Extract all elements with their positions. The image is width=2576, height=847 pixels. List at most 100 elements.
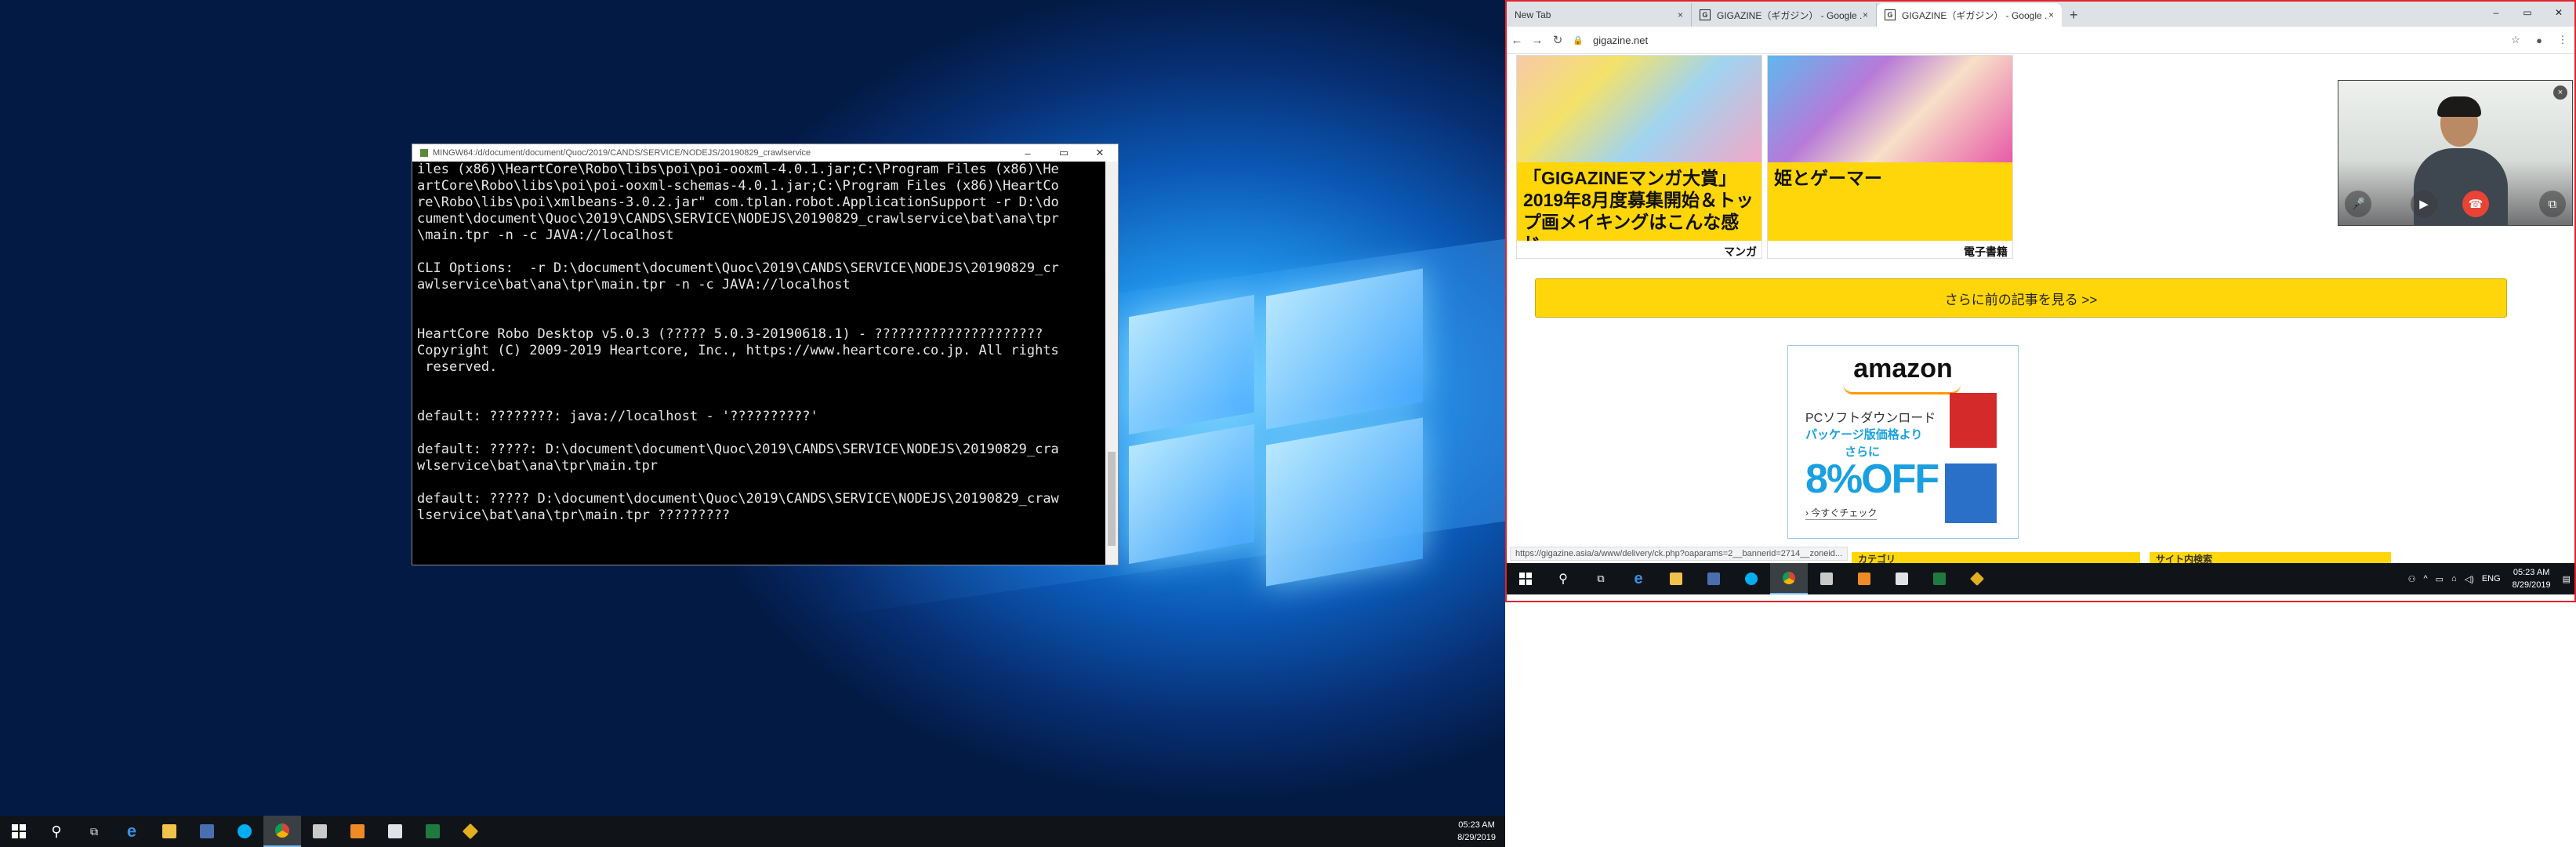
app-blue-button[interactable]: [188, 816, 226, 847]
back-icon[interactable]: ←: [1507, 34, 1527, 47]
volume-icon[interactable]: ◁): [2461, 574, 2478, 584]
article-thumbnail[interactable]: [1517, 56, 1761, 162]
language-indicator[interactable]: ENG: [2478, 574, 2505, 583]
notes-icon: [1896, 573, 1908, 585]
tab-close-icon[interactable]: ×: [1863, 9, 1868, 20]
edge-button[interactable]: e: [113, 816, 151, 847]
sublime-button[interactable]: [1845, 563, 1883, 594]
toolbar: ← → ↻ 🔒 gigazine.net ☆ ● ⋮: [1507, 27, 2574, 54]
app-gray-button[interactable]: [301, 816, 339, 847]
chrome-icon: [275, 823, 289, 838]
chrome-button[interactable]: [263, 816, 301, 847]
article-title[interactable]: 姫とゲーマー: [1768, 162, 2012, 241]
new-tab-button[interactable]: +: [2062, 7, 2086, 27]
tab-new-tab[interactable]: New Tab ×: [1507, 3, 1692, 27]
article-category[interactable]: マンガ: [1517, 241, 1761, 263]
terminal-scrollbar[interactable]: [1105, 162, 1118, 565]
notes-button[interactable]: [376, 816, 414, 847]
maximize-button[interactable]: ▭: [1046, 147, 1082, 159]
tab-close-icon[interactable]: ×: [1678, 9, 1683, 20]
edge-icon: e: [126, 821, 137, 841]
skype-button[interactable]: [226, 816, 263, 847]
excel-icon: [1933, 573, 1946, 585]
sublime-button[interactable]: [339, 816, 376, 847]
microphone-icon[interactable]: 🎤: [2345, 191, 2371, 217]
close-button[interactable]: ✕: [2543, 2, 2574, 24]
notes-icon: [388, 824, 402, 838]
network-icon[interactable]: ⌂: [2447, 574, 2461, 583]
skype-button[interactable]: [1732, 563, 1770, 594]
app-blue-button[interactable]: [1695, 563, 1732, 594]
bookmark-star-icon[interactable]: ☆: [2504, 34, 2527, 46]
close-video-icon[interactable]: ×: [2553, 85, 2567, 100]
task-view-icon: ⧉: [90, 824, 98, 838]
ad-cta-link[interactable]: › 今すぐチェック: [1805, 506, 1878, 520]
folder-icon: [162, 824, 176, 838]
search-button[interactable]: ⚲: [38, 816, 75, 847]
terminal-line: wlservice\bat\ana\tpr\main.tpr: [417, 458, 659, 474]
file-explorer-button[interactable]: [1657, 563, 1695, 594]
scrollbar-thumb[interactable]: [1108, 452, 1116, 546]
system-clock[interactable]: 05:23 AM 8/29/2019: [2505, 566, 2559, 591]
notifications-icon[interactable]: ▤: [2559, 574, 2574, 584]
terminal-window[interactable]: MINGW64:/d/document/document/Quoc/2019/C…: [412, 144, 1119, 565]
system-clock[interactable]: 05:23 AM 8/29/2019: [1457, 819, 1496, 844]
article-category[interactable]: 電子書籍: [1768, 241, 2012, 263]
tab-close-icon[interactable]: ×: [2048, 9, 2054, 20]
address-bar[interactable]: gigazine.net: [1588, 35, 2504, 46]
article-thumbnail[interactable]: [1768, 56, 2012, 162]
hang-up-icon[interactable]: ☎: [2462, 191, 2489, 217]
diamond-app-button[interactable]: [1958, 563, 1996, 594]
video-call-overlay[interactable]: × 🎤 ▶ ☎ ⧉: [2338, 80, 2573, 226]
diamond-app-button[interactable]: [452, 816, 489, 847]
start-button[interactable]: [0, 816, 38, 847]
task-view-button[interactable]: ⧉: [1582, 563, 1620, 594]
article-title[interactable]: 「GIGAZINEマンガ大賞」2019年8月度募集開始＆トップ画メイキングはこん…: [1517, 162, 1761, 241]
chrome-button[interactable]: [1770, 563, 1808, 594]
notes-button[interactable]: [1883, 563, 1921, 594]
battery-icon[interactable]: ▭: [2432, 574, 2447, 584]
tab-gigazine-2[interactable]: G GIGAZINE（ギガジン） - Google ... ×: [1877, 3, 2062, 27]
amazon-ad-banner[interactable]: amazon PCソフトダウンロード パッケージ版価格より さらに 8%OFF …: [1787, 345, 2019, 539]
tab-gigazine-1[interactable]: G GIGAZINE（ギガジン） - Google ... ×: [1692, 3, 1877, 27]
amazon-logo: amazon: [1853, 354, 1953, 384]
forward-icon[interactable]: →: [1527, 34, 1547, 47]
minimize-button[interactable]: –: [2480, 2, 2512, 24]
profile-avatar-icon[interactable]: ●: [2527, 35, 2551, 46]
excel-button[interactable]: [414, 816, 452, 847]
search-button[interactable]: ⚲: [1544, 563, 1582, 594]
browser-window[interactable]: New Tab × G GIGAZINE（ギガジン） - Google ... …: [1505, 0, 2576, 602]
terminal-titlebar[interactable]: MINGW64:/d/document/document/Quoc/2019/C…: [412, 144, 1118, 162]
tray-chevron-icon[interactable]: ^: [2419, 574, 2431, 583]
app-gray-icon: [313, 824, 327, 838]
excel-button[interactable]: [1921, 563, 1958, 594]
folder-icon: [1670, 573, 1682, 585]
people-icon[interactable]: ⚇: [2404, 574, 2420, 584]
article-card-game[interactable]: 姫とゲーマー 電子書籍: [1767, 55, 2013, 259]
task-view-button[interactable]: ⧉: [75, 816, 113, 847]
more-articles-button[interactable]: さらに前の記事を見る >>: [1535, 278, 2507, 318]
reload-icon[interactable]: ↻: [1547, 33, 1568, 47]
maximize-button[interactable]: ▭: [2512, 2, 2543, 24]
minimize-button[interactable]: –: [1010, 147, 1046, 159]
terminal-line: iles (x86)\HeartCore\Robo\libs\poi\poi-o…: [417, 162, 1059, 177]
terminal-output[interactable]: iles (x86)\HeartCore\Robo\libs\poi\poi-o…: [412, 162, 1105, 565]
menu-kebab-icon[interactable]: ⋮: [2551, 34, 2574, 46]
popout-icon[interactable]: ⧉: [2539, 191, 2566, 217]
terminal-line: default: ????? D:\document\document\Quoc…: [417, 491, 1059, 507]
article-card-manga[interactable]: 「GIGAZINEマンガ大賞」2019年8月度募集開始＆トップ画メイキングはこん…: [1516, 55, 1762, 259]
start-button[interactable]: [1507, 563, 1544, 594]
camera-icon[interactable]: ▶: [2411, 191, 2437, 217]
ad-line-1: PCソフトダウンロード: [1805, 412, 1936, 425]
excel-icon: [426, 824, 440, 838]
ad-line-2: パッケージ版価格より: [1805, 428, 1923, 442]
tab-title: New Tab: [1515, 9, 1551, 20]
app-gray-button[interactable]: [1808, 563, 1845, 594]
file-explorer-button[interactable]: [151, 816, 188, 847]
close-button[interactable]: ✕: [1082, 147, 1118, 159]
edge-button[interactable]: e: [1620, 563, 1657, 594]
